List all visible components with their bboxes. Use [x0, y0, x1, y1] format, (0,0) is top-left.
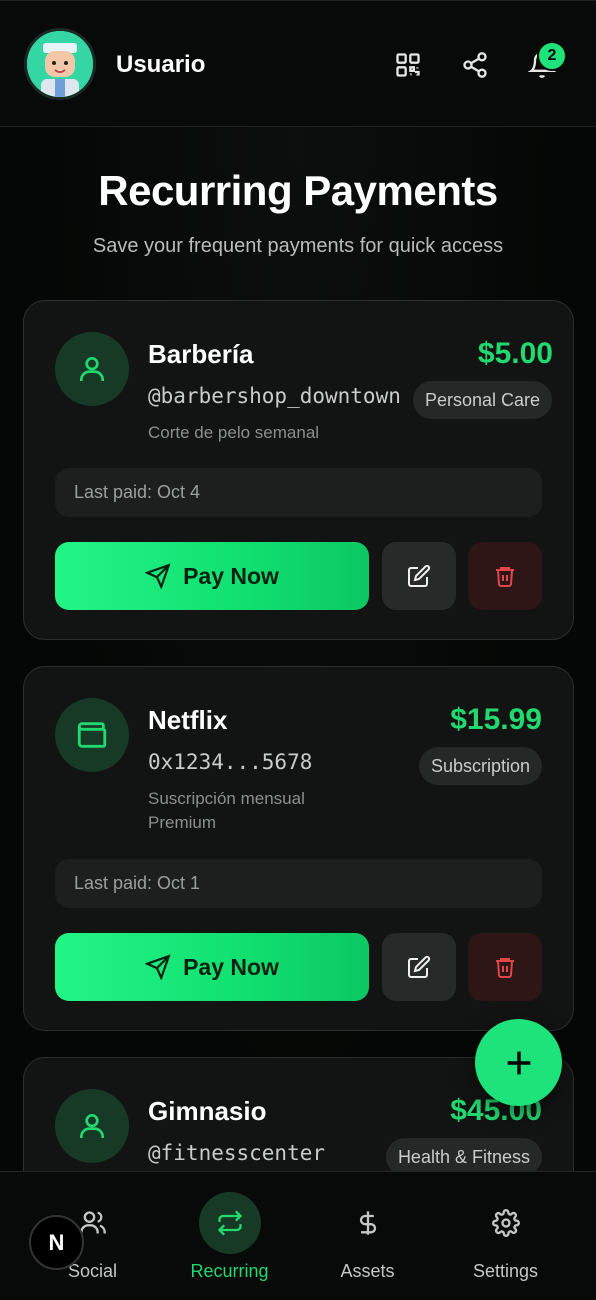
category-badge: Personal Care [412, 381, 552, 419]
nav-label: Settings [472, 1261, 539, 1281]
edit-button[interactable] [382, 542, 456, 610]
payment-description: Suscripción mensual Premium [148, 789, 305, 832]
trash-icon [496, 567, 514, 587]
last-paid-info: Last paid: Oct 1 [55, 859, 542, 908]
payment-description: Corte de pelo semanal [148, 423, 320, 442]
user-icon [55, 1089, 129, 1163]
category-badge: Subscription [418, 747, 542, 785]
edit-icon [408, 955, 431, 978]
delete-button[interactable] [468, 542, 542, 610]
trash-icon [496, 958, 514, 978]
avatar-illustration [27, 31, 93, 97]
wallet-icon [55, 698, 129, 772]
user-icon [55, 332, 129, 406]
page-subtitle: Save your frequent payments for quick ac… [92, 235, 504, 257]
edit-icon [408, 564, 431, 587]
dev-tools-badge[interactable]: N [29, 1215, 84, 1270]
repeat-icon [198, 1192, 261, 1254]
page-title: Recurring Payments [98, 167, 498, 214]
payment-card: Barbería @barbershop_downtown Corte de p… [23, 300, 574, 640]
pay-now-button[interactable]: Pay Now [55, 542, 369, 610]
nav-item-settings[interactable]: Settings [431, 1172, 580, 1300]
pay-now-button[interactable]: Pay Now [55, 933, 369, 1001]
payment-handle: @fitnesscenter [148, 1141, 326, 1165]
bottom-nav: Social Recurring Assets Settings [0, 1171, 596, 1300]
nav-label: Assets [340, 1261, 395, 1281]
delete-button[interactable] [468, 933, 542, 1001]
payment-amount: $5.00 [477, 337, 553, 370]
pay-now-label: Pay Now [183, 953, 279, 980]
nav-item-recurring[interactable]: Recurring [155, 1172, 304, 1300]
qr-code-icon[interactable] [388, 45, 428, 85]
last-paid-info: Last paid: Oct 4 [55, 468, 542, 517]
payment-handle: @barbershop_downtown [148, 384, 401, 408]
nav-label: Recurring [190, 1261, 269, 1281]
avatar[interactable] [24, 28, 96, 100]
plus-icon [507, 1051, 530, 1074]
notification-badge: 2 [537, 41, 567, 71]
app-root: Usuario 2 Recurring Payments Save your f… [0, 0, 596, 1300]
payment-name: Gimnasio [148, 1096, 267, 1126]
payment-amount: $15.99 [450, 703, 542, 736]
pay-now-label: Pay Now [183, 562, 279, 589]
top-header: Usuario 2 [0, 0, 596, 127]
nav-item-assets[interactable]: Assets [293, 1172, 442, 1300]
payment-name: Barbería [148, 339, 254, 369]
send-icon [145, 563, 171, 589]
payment-card: Netflix 0x1234...5678 Suscripción mensua… [23, 666, 574, 1031]
payment-name: Netflix [148, 705, 228, 735]
dollar-icon [337, 1192, 399, 1254]
add-payment-button[interactable] [475, 1019, 562, 1106]
share-icon[interactable] [455, 45, 495, 85]
username: Usuario [116, 51, 206, 78]
gear-icon [475, 1192, 537, 1254]
payment-handle: 0x1234...5678 [148, 750, 313, 774]
edit-button[interactable] [382, 933, 456, 1001]
send-icon [145, 954, 171, 980]
